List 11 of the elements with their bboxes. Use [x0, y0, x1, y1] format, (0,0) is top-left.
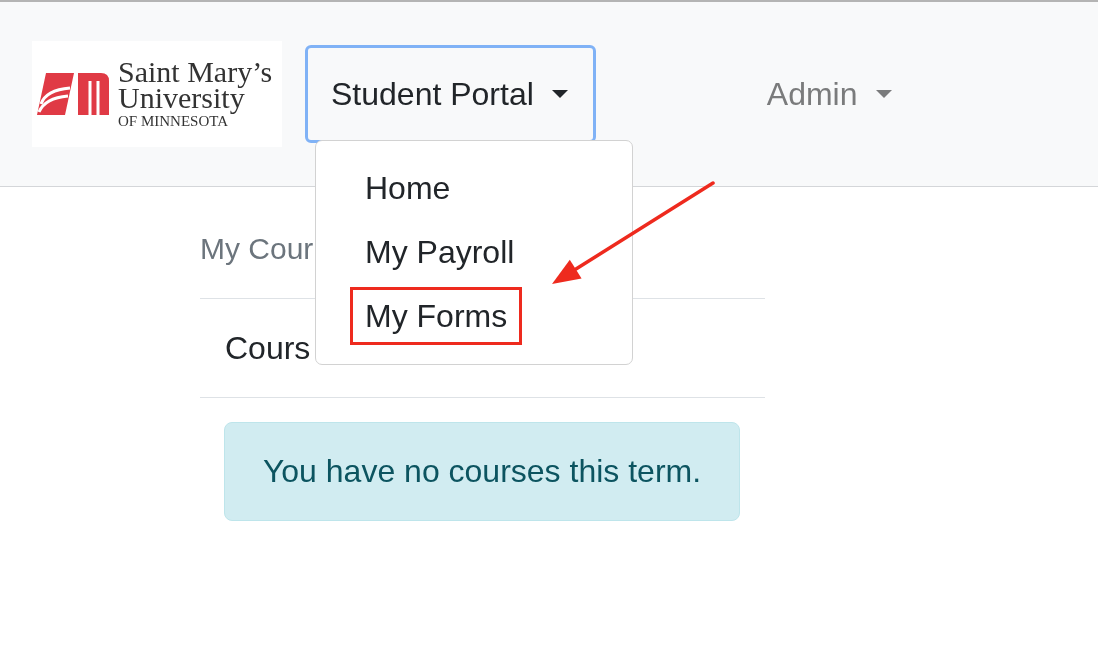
menu-item[interactable]: My Forms: [350, 287, 523, 345]
menu-item[interactable]: Home: [350, 159, 466, 217]
nav-dropdown-toggle[interactable]: Admin: [766, 70, 892, 118]
menu-item[interactable]: My Payroll: [350, 223, 530, 281]
caret-icon: [551, 90, 568, 98]
logo-mark-icon: [37, 73, 109, 115]
caret-icon: [875, 90, 892, 98]
section-heading: My Cour: [200, 231, 314, 267]
column-header: Cours: [225, 329, 311, 368]
info-alert: You have no courses this term.: [224, 422, 740, 521]
logo-text: OF MINNESOTA: [118, 113, 229, 129]
